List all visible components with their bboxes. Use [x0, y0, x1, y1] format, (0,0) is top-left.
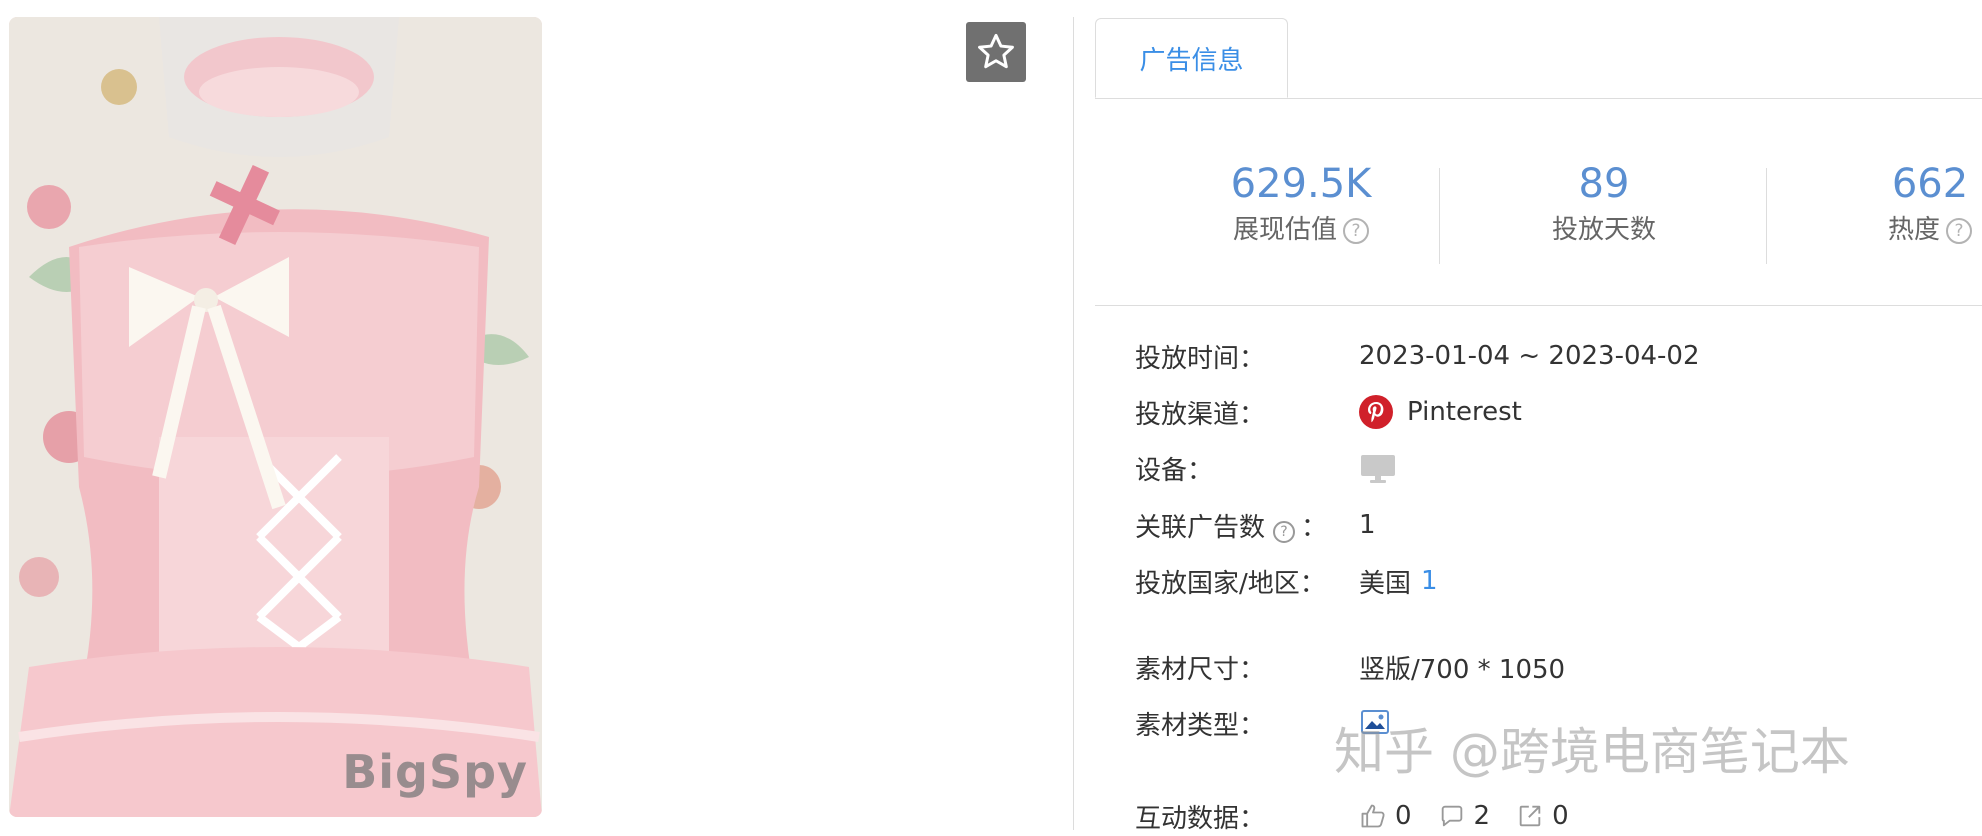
desktop-icon — [1361, 455, 1395, 483]
zhihu-watermark: 知乎 @跨境电商笔记本 — [1334, 723, 1850, 781]
stat-separator — [1766, 168, 1767, 264]
detail-row-time: 投放时间： 2023-01-04 ~ 2023-04-02 — [1135, 336, 1700, 376]
detail-label: 设备： — [1135, 455, 1214, 486]
dress-illustration — [9, 17, 542, 817]
stat-label: 展现估值 — [1232, 215, 1337, 245]
country-name: 美国 — [1359, 568, 1412, 599]
likes-stat: 0 — [1359, 801, 1412, 831]
detail-label: 关联广告数 — [1135, 512, 1266, 543]
stat-popularity: 662 热度? — [1865, 160, 1982, 250]
stat-value: 629.5K — [1230, 161, 1372, 207]
star-icon — [978, 33, 1014, 69]
detail-label: 投放国家/地区： — [1135, 568, 1326, 599]
stat-label: 投放天数 — [1551, 215, 1656, 245]
detail-label: 素材尺寸： — [1135, 654, 1266, 685]
detail-row-type: 素材类型： — [1135, 703, 1391, 743]
detail-label: 投放渠道： — [1135, 399, 1266, 430]
vertical-divider — [1073, 17, 1074, 830]
detail-value: 1 — [1359, 510, 1376, 540]
detail-label: 投放时间： — [1135, 343, 1266, 374]
detail-value: 竖版/700 * 1050 — [1359, 654, 1566, 685]
detail-label: 互动数据： — [1135, 803, 1266, 834]
detail-value: 2023-01-04 ~ 2023-04-02 — [1359, 341, 1700, 371]
thumbs-up-icon — [1361, 804, 1385, 828]
stat-label: 热度 — [1887, 215, 1940, 245]
pinterest-icon — [1359, 395, 1393, 429]
detail-row-channel: 投放渠道： Pinterest — [1135, 392, 1522, 432]
horizontal-divider — [1095, 305, 1982, 306]
favorite-button[interactable] — [966, 22, 1026, 82]
stat-value: 662 — [1891, 161, 1969, 207]
comments-stat: 2 — [1438, 801, 1490, 831]
image-icon — [1361, 710, 1389, 734]
detail-row-device: 设备： — [1135, 448, 1397, 488]
share-icon — [1519, 805, 1541, 827]
stat-separator — [1439, 168, 1440, 264]
stat-days: 89 投放天数 — [1509, 160, 1699, 250]
stats-panel: 629.5K 展现估值? 89 投放天数 662 热度? — [1095, 160, 1982, 270]
help-icon[interactable]: ? — [1273, 520, 1296, 543]
help-icon[interactable]: ? — [1343, 217, 1369, 244]
ad-image: BigSpy — [9, 17, 542, 817]
detail-row-interaction: 互动数据： 0 2 0 — [1135, 796, 1595, 836]
help-icon[interactable]: ? — [1946, 217, 1972, 244]
shares-stat: 0 — [1516, 801, 1569, 831]
detail-row-country: 投放国家/地区： 美国 1 — [1135, 561, 1438, 601]
channel-name: Pinterest — [1407, 397, 1522, 427]
tab-bar: 广告信息 — [1095, 18, 1982, 99]
detail-row-related: 关联广告数?： 1 — [1135, 505, 1376, 545]
detail-row-size: 素材尺寸： 竖版/700 * 1050 — [1135, 647, 1565, 687]
detail-label: 素材类型： — [1135, 710, 1266, 741]
stat-value: 89 — [1578, 161, 1630, 207]
tab-ad-info[interactable]: 广告信息 — [1095, 18, 1288, 98]
country-count-link[interactable]: 1 — [1421, 566, 1438, 596]
stat-impressions: 629.5K 展现估值? — [1181, 160, 1421, 250]
comment-icon — [1441, 805, 1462, 827]
detail-label-colon: ： — [1301, 512, 1328, 543]
bigspy-watermark: BigSpy — [342, 745, 528, 799]
